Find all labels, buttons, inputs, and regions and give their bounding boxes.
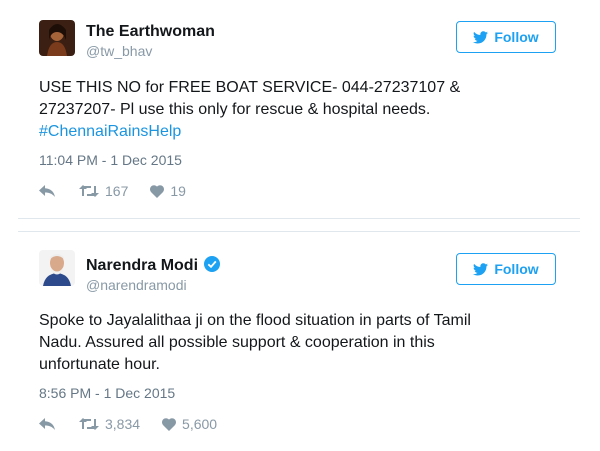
- tweet-text-line: USE THIS NO for FREE BOAT SERVICE- 044-2…: [39, 79, 461, 96]
- tweet-actions: 167 19: [39, 181, 186, 201]
- like-button[interactable]: 19: [150, 183, 186, 199]
- heart-icon: [150, 184, 165, 198]
- tweet-text: USE THIS NO for FREE BOAT SERVICE- 044-2…: [39, 77, 549, 143]
- tweet-text-line: 27237207- Pl use this only for rescue & …: [39, 101, 431, 118]
- follow-label: Follow: [494, 29, 539, 45]
- retweet-icon: [79, 185, 99, 197]
- reply-button[interactable]: [39, 184, 55, 198]
- hashtag-link[interactable]: #ChennaiRainsHelp: [39, 121, 549, 143]
- user-handle[interactable]: @tw_bhav: [86, 43, 152, 59]
- retweet-icon: [79, 418, 99, 430]
- verified-badge-icon: [204, 256, 221, 272]
- tweet-text-line: unfortunate hour.: [39, 356, 160, 373]
- tweet-timestamp[interactable]: 11:04 PM - 1 Dec 2015: [39, 152, 182, 168]
- retweet-count: 167: [105, 183, 129, 199]
- retweet-button[interactable]: 3,834: [79, 416, 140, 432]
- tweet-card: The Earthwoman @tw_bhav Follow USE THIS …: [18, 0, 580, 219]
- tweet-actions: 3,834 5,600: [39, 414, 217, 434]
- follow-button[interactable]: Follow: [456, 253, 556, 285]
- tweet-text-line: Nadu. Assured all possible support & coo…: [39, 334, 435, 351]
- heart-icon: [162, 417, 177, 431]
- follow-label: Follow: [494, 261, 539, 277]
- reply-button[interactable]: [39, 417, 55, 431]
- like-count: 5,600: [182, 416, 218, 432]
- retweet-count: 3,834: [105, 416, 141, 432]
- like-count: 19: [170, 183, 186, 199]
- reply-icon: [39, 185, 55, 197]
- like-button[interactable]: 5,600: [162, 416, 217, 432]
- tweet-timestamp[interactable]: 8:56 PM - 1 Dec 2015: [39, 385, 175, 401]
- avatar[interactable]: [39, 250, 75, 286]
- display-name[interactable]: Narendra Modi: [86, 256, 221, 275]
- display-name-label: Narendra Modi: [86, 257, 199, 274]
- tweet-text: Spoke to Jayalalithaa ji on the flood si…: [39, 310, 549, 376]
- follow-button[interactable]: Follow: [456, 21, 556, 53]
- reply-icon: [39, 418, 55, 430]
- twitter-bird-icon: [473, 30, 489, 43]
- retweet-button[interactable]: 167: [79, 183, 128, 199]
- user-handle[interactable]: @narendramodi: [86, 277, 187, 293]
- tweet-text-line: Spoke to Jayalalithaa ji on the flood si…: [39, 312, 471, 329]
- tweet-card: Narendra Modi @narendramodi Follow Spoke…: [18, 231, 580, 451]
- display-name[interactable]: The Earthwoman: [86, 23, 215, 41]
- avatar[interactable]: [39, 20, 75, 56]
- twitter-bird-icon: [473, 262, 489, 275]
